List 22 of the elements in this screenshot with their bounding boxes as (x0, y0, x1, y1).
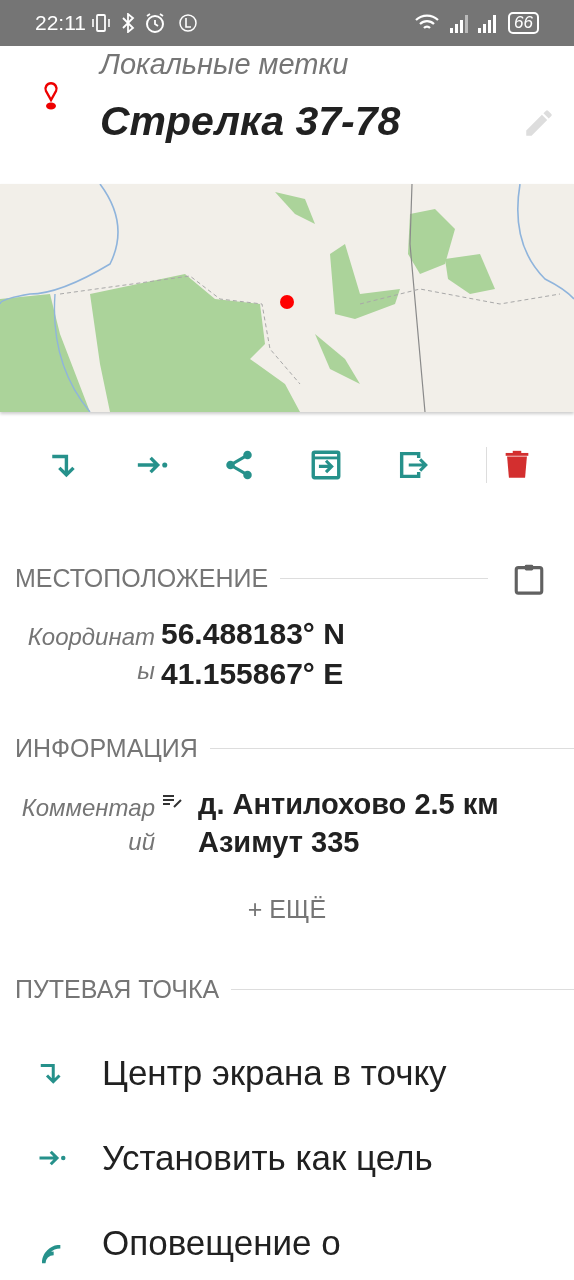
section-heading: МЕСТОПОЛОЖЕНИЕ (15, 563, 269, 594)
vibrate-icon (90, 13, 112, 33)
location-pin-icon (43, 82, 59, 110)
alarm-clock-icon (144, 12, 166, 34)
field-value: 56.488183° N 41.155867° E (161, 615, 345, 692)
subtitle: Локальные метки (100, 47, 350, 82)
clock-text: 22:11 (35, 10, 86, 37)
bluetooth-icon (120, 13, 136, 33)
menu-item[interactable]: Оповещение о (0, 1223, 574, 1280)
section-heading: ПУТЕВАЯ ТОЧКА (15, 973, 220, 1005)
more-button[interactable]: + ЕЩЁ (231, 887, 343, 933)
arrow-into-box-icon (309, 448, 343, 482)
menu-item[interactable]: Установить как цель (0, 1138, 574, 1223)
field-label: Комментар ий (20, 793, 155, 857)
section-heading: ИНФОРМАЦИЯ (15, 732, 198, 764)
field-value: д. Антилохово 2.5 км Азимут 335 (198, 787, 499, 860)
menu-item[interactable]: Центр экрана в точку (0, 1053, 574, 1138)
field-label: Координат ы (26, 621, 155, 686)
circled-l-icon (178, 13, 198, 33)
title: Стрелка 37-78 (100, 97, 401, 146)
battery-indicator: 66 (508, 12, 539, 34)
signal-waves-icon (42, 1245, 62, 1265)
